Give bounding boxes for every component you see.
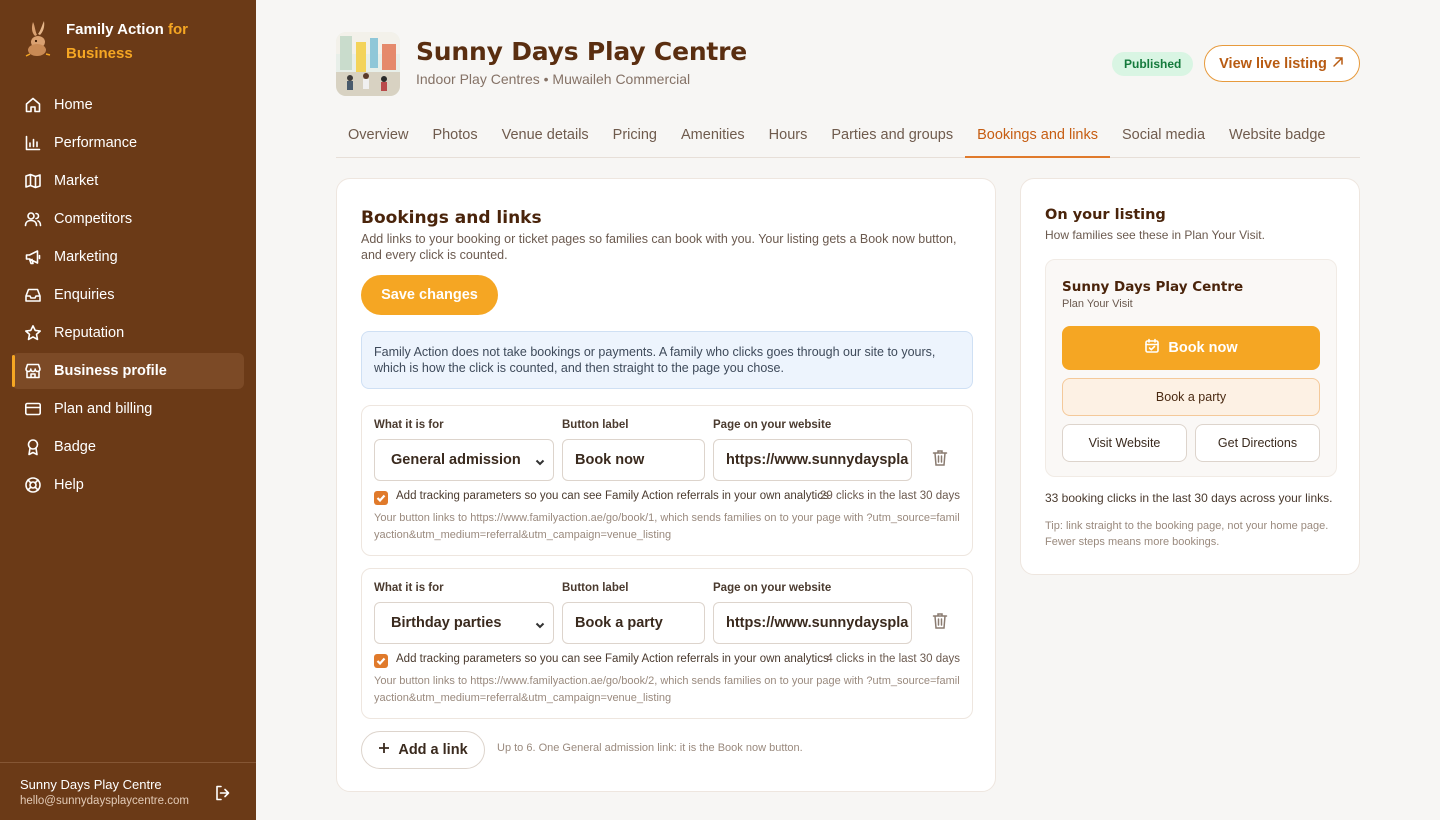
tab-pricing[interactable]: Pricing <box>601 118 669 158</box>
purpose-label: What it is for <box>374 582 444 594</box>
preview-get-directions-button[interactable]: Get Directions <box>1195 424 1320 462</box>
redirect-hint: Your button links to https://www.familya… <box>374 512 960 541</box>
preview-tip: Tip: link straight to the booking page, … <box>1045 520 1329 548</box>
plan-your-visit-preview: Sunny Days Play Centre Plan Your Visit B… <box>1045 259 1337 477</box>
account-email: hello@sunnydaysplaycentre.com <box>20 795 189 807</box>
star-icon <box>24 324 42 342</box>
chart-icon <box>24 134 42 152</box>
preview-venue-name: Sunny Days Play Centre <box>1062 279 1244 295</box>
venue-category: Indoor Play Centres • Muwaileh Commercia… <box>416 71 691 87</box>
add-link-hint: Up to 6. One General admission link: it … <box>497 742 803 754</box>
trash-icon[interactable] <box>932 449 948 467</box>
page-title: Sunny Days Play Centre <box>416 37 748 66</box>
tracking-label: Add tracking parameters so you can see F… <box>396 490 829 502</box>
purpose-select[interactable]: Birthday parties <box>374 602 554 644</box>
tab-amenities[interactable]: Amenities <box>669 118 757 158</box>
tab-parties-and-groups[interactable]: Parties and groups <box>819 118 965 158</box>
button-label-input[interactable]: Book now <box>562 439 705 481</box>
tracking-label: Add tracking parameters so you can see F… <box>396 653 829 665</box>
tab-venue-details[interactable]: Venue details <box>490 118 601 158</box>
profile-tabs: Overview Photos Venue details Pricing Am… <box>336 118 1360 158</box>
section-description: Add links to your booking or ticket page… <box>361 232 957 262</box>
megaphone-icon <box>24 248 42 266</box>
preview-book-now-button[interactable]: Book now <box>1062 326 1320 370</box>
tab-overview[interactable]: Overview <box>336 118 420 158</box>
tracking-checkbox[interactable] <box>374 491 388 505</box>
logout-icon[interactable] <box>214 784 232 802</box>
sidebar-item-home[interactable]: Home <box>12 87 244 123</box>
store-icon <box>24 362 42 380</box>
purpose-select[interactable]: General admission <box>374 439 554 481</box>
bookings-card: Bookings and links Add links to your boo… <box>336 178 996 792</box>
add-link-button[interactable]: Add a link <box>361 731 485 769</box>
booking-link-row: What it is for Button label Page on your… <box>361 568 973 719</box>
booking-clicks-summary: 33 booking clicks in the last 30 days ac… <box>1045 491 1333 505</box>
sidebar: Family Action for Business Home Performan… <box>0 0 256 820</box>
button-label-input[interactable]: Book a party <box>562 602 705 644</box>
venue-photo <box>336 32 400 96</box>
award-icon <box>24 438 42 456</box>
inbox-icon <box>24 286 42 304</box>
sidebar-item-plan-and-billing[interactable]: Plan and billing <box>12 391 244 427</box>
users-icon <box>24 210 42 228</box>
tab-website-badge[interactable]: Website badge <box>1217 118 1337 158</box>
preview-book-party-button[interactable]: Book a party <box>1062 378 1320 416</box>
save-changes-button[interactable]: Save changes <box>361 275 498 315</box>
sidebar-nav: Home Performance Market Competitors Mark… <box>12 87 244 505</box>
sidebar-item-performance[interactable]: Performance <box>12 125 244 161</box>
calendar-icon <box>1144 338 1160 358</box>
tab-photos[interactable]: Photos <box>420 118 489 158</box>
listing-preview-card: On your listing How families see these i… <box>1020 178 1360 575</box>
sidebar-item-competitors[interactable]: Competitors <box>12 201 244 237</box>
tab-bookings-and-links[interactable]: Bookings and links <box>965 118 1110 158</box>
purpose-label: What it is for <box>374 419 444 431</box>
url-input[interactable]: https://www.sunnydayspla <box>713 602 912 644</box>
booking-link-row: What it is for Button label Page on your… <box>361 405 973 556</box>
info-notice: Family Action does not take bookings or … <box>361 331 973 389</box>
chevron-down-icon <box>535 455 545 466</box>
lifebuoy-icon <box>24 476 42 494</box>
button-label-label: Button label <box>562 419 629 431</box>
redirect-hint: Your button links to https://www.familya… <box>374 675 960 704</box>
sidebar-item-business-profile[interactable]: Business profile <box>12 353 244 389</box>
sidebar-item-market[interactable]: Market <box>12 163 244 199</box>
home-icon <box>24 96 42 114</box>
external-link-icon <box>1331 55 1345 73</box>
url-label: Page on your website <box>713 419 832 431</box>
sidebar-item-help[interactable]: Help <box>12 467 244 503</box>
click-count: 29 clicks in the last 30 days <box>820 490 960 502</box>
section-title: Bookings and links <box>361 208 542 228</box>
plus-icon <box>378 742 390 758</box>
sidebar-item-enquiries[interactable]: Enquiries <box>12 277 244 313</box>
button-label-label: Button label <box>562 582 629 594</box>
preview-title: On your listing <box>1045 207 1166 223</box>
tab-hours[interactable]: Hours <box>757 118 820 158</box>
view-live-listing-button[interactable]: View live listing <box>1204 45 1360 82</box>
brand[interactable]: Family Action for Business <box>22 18 216 66</box>
click-count: 4 clicks in the last 30 days <box>826 653 960 665</box>
preview-visit-website-button[interactable]: Visit Website <box>1062 424 1187 462</box>
brand-name: Family Action for Business <box>66 21 188 62</box>
sidebar-item-badge[interactable]: Badge <box>12 429 244 465</box>
url-input[interactable]: https://www.sunnydayspla <box>713 439 912 481</box>
account-panel: Sunny Days Play Centre hello@sunnydayspl… <box>0 762 256 820</box>
sidebar-item-reputation[interactable]: Reputation <box>12 315 244 351</box>
sidebar-item-marketing[interactable]: Marketing <box>12 239 244 275</box>
card-icon <box>24 400 42 418</box>
map-icon <box>24 172 42 190</box>
rabbit-logo-icon <box>25 21 51 57</box>
url-label: Page on your website <box>713 582 832 594</box>
tracking-checkbox[interactable] <box>374 654 388 668</box>
chevron-down-icon <box>535 618 545 629</box>
account-name: Sunny Days Play Centre <box>20 777 162 792</box>
status-badge: Published <box>1112 52 1194 76</box>
tab-social-media[interactable]: Social media <box>1110 118 1217 158</box>
preview-section-name: Plan Your Visit <box>1062 298 1133 310</box>
trash-icon[interactable] <box>932 612 948 630</box>
preview-subtitle: How families see these in Plan Your Visi… <box>1045 228 1265 242</box>
